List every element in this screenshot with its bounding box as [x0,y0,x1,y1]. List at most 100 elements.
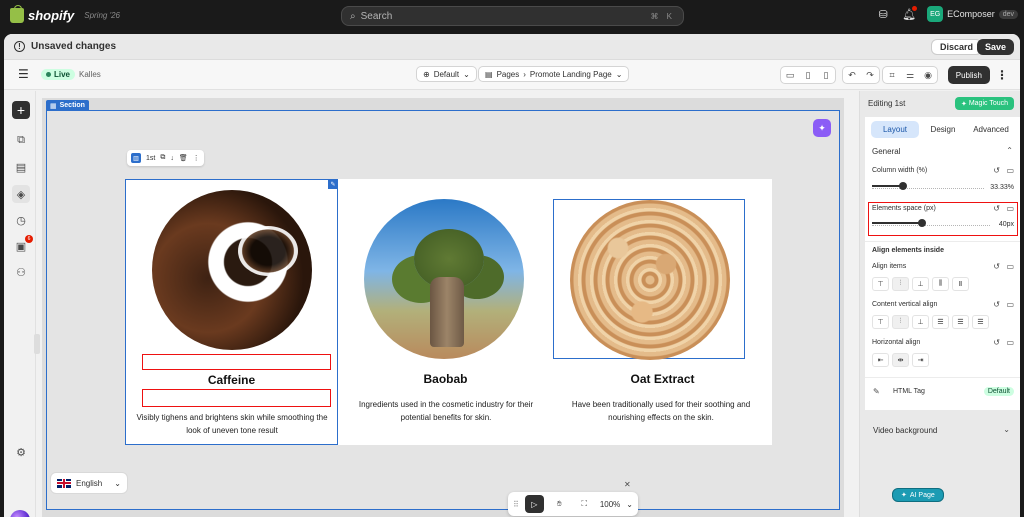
space-around-icon[interactable]: ☰ [952,315,969,329]
close-icon[interactable]: ✕ [624,480,631,489]
column-oat-extract[interactable]: Oat Extract Have been traditionally used… [553,179,772,445]
settings-sliders-icon[interactable]: ⚌ [901,67,919,83]
global-search-input[interactable]: ⌕ Search ⌘ K [341,6,684,26]
gear-icon[interactable]: ⚙ [12,443,30,461]
section-tag[interactable]: ▦ Section [46,100,89,111]
slider-knob[interactable] [899,182,907,190]
template-select[interactable]: ⊕ Default ⌄ [416,66,477,82]
store-name: EComposer [947,9,995,19]
database-icon[interactable]: ⛁ [875,6,891,22]
elements-space-slider[interactable] [872,219,990,227]
select-pointer-icon[interactable]: ▷ [524,495,544,513]
video-background-heading[interactable]: Video background [873,426,937,435]
save-button[interactable]: Save [976,39,1014,55]
space-between-icon[interactable]: ☰ [932,315,949,329]
align-bottom-icon[interactable]: ⊥ [912,277,929,291]
fit-screen-icon[interactable]: ⛶ [575,495,594,513]
chevron-down-icon: ⌄ [114,478,121,488]
pen-icon: ✎ [873,387,880,396]
delete-icon[interactable]: 🗑︎ [179,154,188,162]
magic-sparkle-icon[interactable]: ✦ [813,119,831,137]
v-align-center-icon[interactable]: ⫶ [892,315,909,329]
column-caffeine[interactable]: ✎ Caffeine Visibly tighens and brightens… [125,179,338,445]
collapse-handle[interactable] [34,334,40,354]
chevron-down-icon[interactable]: ⌄ [626,500,633,509]
move-down-icon[interactable]: ↓ [170,155,174,162]
language-select[interactable]: English ⌄ [50,472,128,494]
desktop-icon[interactable]: ▭ [781,67,799,83]
html-tag-select[interactable]: Default [983,387,1014,396]
panel-title: Editing 1st [868,99,906,108]
align-center-icon[interactable]: ⫶ [892,277,909,291]
slider-knob[interactable] [918,219,926,227]
column-baobab[interactable]: Baobab Ingredients used in the cosmetic … [338,179,553,445]
assistant-orb-icon[interactable] [10,510,30,517]
reset-icon[interactable]: ↺ [993,262,1000,271]
layers-icon[interactable]: ◈ [12,185,30,203]
section-frame[interactable]: ▦ Section ✦ ▥ 1st ⧉ ↓ 🗑︎ ⋮ ✎ Caffeine Vi… [46,100,840,510]
hamburger-menu-icon[interactable]: ☰ [18,68,30,80]
tab-design[interactable]: Design [919,121,967,138]
product-title: Oat Extract [630,372,695,386]
discard-button[interactable]: Discard [930,39,982,55]
reset-icon[interactable]: ↺ [993,204,1000,213]
desktop-icon[interactable]: ▭ [1006,338,1014,347]
drag-handle-icon[interactable]: ⠿ [513,500,519,509]
redo-icon[interactable]: ↷ [861,67,879,83]
desktop-icon[interactable]: ▭ [1006,262,1014,271]
reset-icon[interactable]: ↺ [993,300,1000,309]
slider-fill [872,222,922,224]
elements-space-label: Elements space (px) [872,205,936,212]
align-top-icon[interactable]: ⊤ [872,277,889,291]
h-align-left-icon[interactable]: ⇤ [872,353,889,367]
code-icon[interactable]: ⌗ [883,67,901,83]
space-evenly-icon[interactable]: ☰ [972,315,989,329]
chevron-up-icon[interactable]: ⌃ [1006,146,1013,155]
shopify-logo[interactable]: shopify Spring '26 [10,5,120,23]
chevron-down-icon[interactable]: ⌄ [1003,425,1010,434]
tablet-icon[interactable]: ▯ [799,67,817,83]
align-stretch-icon[interactable]: ⫼ [932,277,949,291]
ai-page-button[interactable]: ✦ AI Page [892,488,944,502]
more-options-icon[interactable]: ⋮ [996,68,1008,82]
layers-grid-icon[interactable]: ▤ [12,158,30,176]
general-heading[interactable]: General [872,147,900,156]
chevron-down-icon: ⌄ [615,69,623,79]
desktop-icon[interactable]: ▭ [1006,166,1014,175]
horizontal-align-buttons: ⇤ ⇹ ⇥ [872,353,929,367]
h-align-center-icon[interactable]: ⇹ [892,353,909,367]
reset-icon[interactable]: ↺ [993,338,1000,347]
zoom-level[interactable]: 100% [600,500,620,509]
magic-touch-button[interactable]: ✦ Magic Touch [954,97,1014,110]
v-align-bottom-icon[interactable]: ⊥ [912,315,929,329]
sections-icon[interactable]: ⧉ [12,131,30,149]
desktop-icon[interactable]: ▭ [1006,204,1014,213]
tab-layout[interactable]: Layout [871,121,919,138]
store-menu[interactable]: EG EComposer dev [927,6,1018,22]
live-status: Live Kalles [41,69,101,80]
column-width-slider[interactable] [872,182,984,190]
live-badge: Live [41,69,76,80]
tab-advanced[interactable]: Advanced [967,121,1015,138]
h-align-right-icon[interactable]: ⇥ [912,353,929,367]
page-select[interactable]: ▤ Pages › Promote Landing Page ⌄ [478,66,630,82]
align-baseline-icon[interactable]: Ⅱ [952,277,969,291]
v-align-top-icon[interactable]: ⊤ [872,315,889,329]
history-clock-icon[interactable]: ◷ [12,211,30,229]
team-icon[interactable]: ⚇ [12,263,30,281]
add-element-icon[interactable]: + [12,101,30,119]
reset-icon[interactable]: ↺ [993,166,1000,175]
desktop-icon[interactable]: ▭ [1006,300,1014,309]
edit-pen-icon[interactable]: ✎ [328,179,338,189]
bell-icon[interactable]: 🔔︎ [901,6,918,22]
more-options-icon[interactable]: ⋮ [193,154,200,162]
hand-icon[interactable]: ✋︎ [550,495,569,513]
baobab-image [364,199,524,359]
publish-button[interactable]: Publish [947,66,990,84]
undo-icon[interactable]: ↶ [843,67,861,83]
notifications-icon[interactable]: ▣ 6 [12,235,33,255]
duplicate-icon[interactable]: ⧉ [160,154,165,162]
mobile-icon[interactable]: ▯ [817,67,835,83]
align-items-label: Align items [872,263,907,270]
preview-eye-icon[interactable]: ◉ [919,67,937,83]
